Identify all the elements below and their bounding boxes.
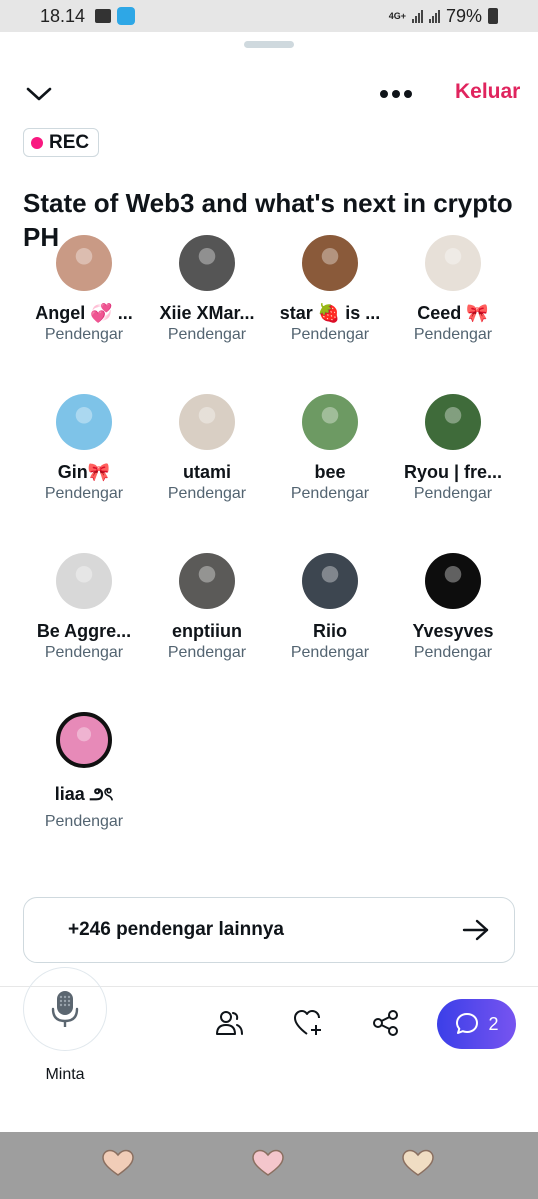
listener-item[interactable]: Yvesyves Pendengar [391,553,515,662]
avatar[interactable] [302,553,358,609]
listener-role: Pendengar [167,644,247,661]
chat-button[interactable]: 2 [437,999,516,1049]
chat-count: 2 [488,1013,499,1034]
listener-name: Gin🎀 [57,462,111,482]
listener-role: Pendengar [413,644,493,661]
heart-icon[interactable] [101,1148,135,1178]
signal-icon [428,9,440,23]
avatar[interactable] [425,235,481,291]
heart-icon[interactable] [401,1148,435,1178]
listener-role: Pendengar [44,326,124,343]
listener-name: liaa ౨ৎ [54,784,114,804]
request-mic-button[interactable] [23,967,107,1051]
listener-name: Riio [313,621,347,641]
arrow-right-icon [462,919,489,941]
avatar[interactable] [425,553,481,609]
listener-name: Ceed 🎀 [417,303,489,323]
avatar[interactable] [56,553,112,609]
listener-item[interactable]: Gin🎀 Pendengar [22,394,146,503]
rec-label: REC [49,131,90,153]
network-type: 4G+ [388,11,406,21]
gallery-icon [95,9,112,23]
listener-role: Pendengar [167,485,247,502]
listener-role: Pendengar [413,326,493,343]
listener-item[interactable]: enptiiun Pendengar [145,553,269,662]
chat-icon [456,1013,479,1034]
listener-item[interactable]: utami Pendengar [145,394,269,503]
avatar[interactable] [179,394,235,450]
microphone-icon [51,991,79,1027]
avatar[interactable] [179,553,235,609]
listener-item[interactable]: star 🍓 is ... Pendengar [268,235,392,344]
avatar[interactable] [56,235,112,291]
listener-item[interactable]: Riio Pendengar [268,553,392,662]
listener-role: Pendengar [44,813,124,830]
listener-name: bee [314,462,346,482]
signal-icon [411,9,423,23]
listener-name: Angel 💞 ... [35,303,133,323]
avatar[interactable] [425,394,481,450]
listener-role: Pendengar [290,644,370,661]
battery-icon [488,8,498,24]
heart-plus-icon[interactable] [293,1008,323,1038]
chevron-down-icon[interactable] [25,82,53,106]
listener-item[interactable]: Be Aggre... Pendengar [22,553,146,662]
listener-role: Pendengar [290,485,370,502]
listener-role: Pendengar [44,485,124,502]
more-listeners-label: +246 pendengar lainnya [68,919,284,940]
listener-item[interactable]: bee Pendengar [268,394,392,503]
listener-role: Pendengar [167,326,247,343]
avatar[interactable] [56,712,112,768]
recording-dot-icon [31,136,43,149]
more-icon[interactable] [380,84,416,104]
status-time: 18.14 [40,5,86,26]
listener-name: Ryou | fre... [403,462,503,482]
battery-level: 79% [445,5,482,26]
listener-role: Pendengar [44,644,124,661]
listener-name: utami [182,462,231,482]
app-icon [117,7,136,25]
listener-item[interactable]: Xiie XMar... Pendengar [145,235,269,344]
space-sheet: Keluar REC State of Web3 and what's next… [0,32,538,1132]
people-icon[interactable] [214,1008,244,1038]
status-right: 4G+ 79% [389,6,498,27]
avatar[interactable] [302,235,358,291]
status-notification-icons [95,7,136,25]
more-listeners-button[interactable]: +246 pendengar lainnya [23,897,515,963]
listener-item[interactable]: Angel 💞 ... Pendengar [22,235,146,344]
listener-role: Pendengar [290,326,370,343]
drag-handle[interactable] [244,41,294,48]
listener-item[interactable]: Ryou | fre... Pendengar [391,394,515,503]
listener-name: star 🍓 is ... [279,303,381,323]
rec-badge: REC [23,128,99,157]
listener-role: Pendengar [413,485,493,502]
listener-item[interactable]: Ceed 🎀 Pendengar [391,235,515,344]
avatar[interactable] [179,235,235,291]
avatar[interactable] [302,394,358,450]
listener-name: Xiie XMar... [159,303,255,323]
avatar[interactable] [56,394,112,450]
status-bar: 18.14 4G+ 79% [0,0,538,32]
listener-name: enptiiun [172,621,242,641]
request-mic-label: Minta [45,1066,85,1083]
listener-name: Yvesyves [412,621,494,641]
heart-icon[interactable] [251,1148,285,1178]
listener-item[interactable]: liaa ౨ৎ Pendengar [22,712,146,831]
share-icon[interactable] [371,1008,401,1038]
listener-name: Be Aggre... [36,621,132,641]
leave-button[interactable]: Keluar [455,80,520,104]
